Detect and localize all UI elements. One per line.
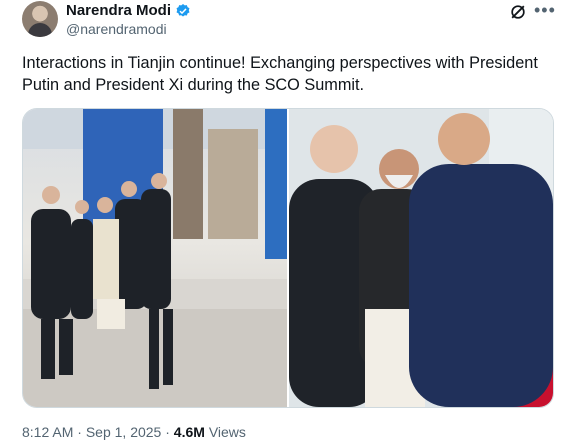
tweet-date[interactable]: Sep 1, 2025 <box>86 424 162 440</box>
photo-right-scene <box>289 109 553 407</box>
views-count: 4.6M <box>173 424 205 440</box>
more-options-icon[interactable]: ••• <box>534 1 556 19</box>
photo-leaders-talking[interactable] <box>289 109 553 407</box>
author-name-row: Narendra Modi <box>66 2 191 20</box>
tweet-media <box>22 108 554 408</box>
tweet-text: Interactions in Tianjin continue! Exchan… <box>22 54 538 94</box>
verified-badge-icon <box>176 4 190 17</box>
tweet-time[interactable]: 8:12 AM <box>22 424 73 440</box>
meta-separator: · <box>165 424 170 440</box>
author-avatar[interactable] <box>22 1 58 37</box>
meta-separator: · <box>77 424 82 440</box>
photo-leaders-walking-hall[interactable] <box>23 109 287 407</box>
author-handle[interactable]: @narendramodi <box>66 21 167 37</box>
grok-icon[interactable] <box>508 2 528 22</box>
author-display-name[interactable]: Narendra Modi <box>66 2 171 20</box>
tweet-timestamp-row: 8:12 AM · Sep 1, 2025 · 4.6M Views <box>22 424 246 440</box>
views-label: Views <box>208 424 246 440</box>
photo-left-scene <box>23 109 287 407</box>
